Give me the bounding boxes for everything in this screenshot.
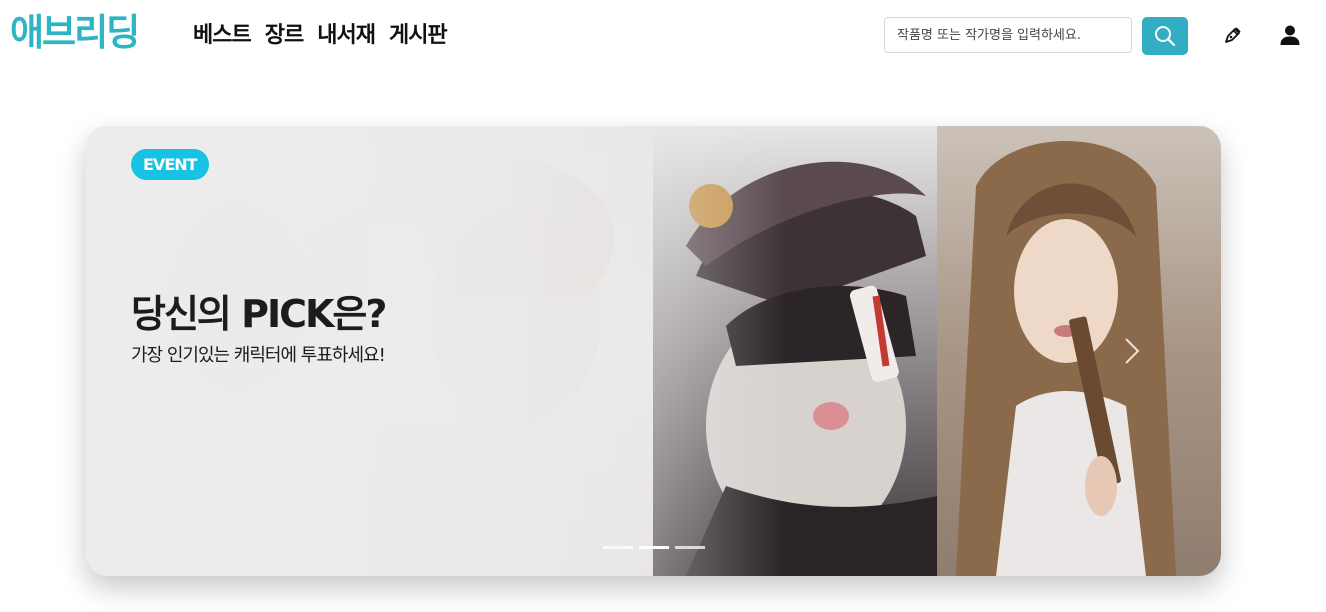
slide-indicator-2[interactable] [639, 546, 669, 549]
main-nav: 베스트 장르 내서재 게시판 [193, 20, 448, 52]
slide-indicator-1[interactable] [603, 546, 633, 549]
search-input[interactable] [884, 17, 1132, 53]
banner-subtitle: 가장 인기있는 캐릭터에 투표하세요! [131, 345, 386, 366]
write-button[interactable] [1220, 22, 1246, 48]
user-icon [1280, 25, 1300, 45]
nav-item-my-library[interactable]: 내서재 [317, 20, 376, 52]
banner-title: 당신의 PICK은? [131, 292, 387, 336]
slide-indicator-3[interactable] [675, 546, 705, 549]
nav-item-board[interactable]: 게시판 [389, 20, 448, 52]
logo[interactable]: 애브리딩 [10, 8, 140, 58]
header: 애브리딩 베스트 장르 내서재 게시판 [0, 0, 1326, 72]
event-badge: EVENT [131, 149, 209, 180]
nav-item-genre[interactable]: 장르 [265, 20, 304, 52]
chevron-right-icon[interactable] [1122, 336, 1142, 366]
search-icon [1155, 26, 1176, 47]
nav-item-best[interactable]: 베스트 [193, 20, 252, 52]
user-button[interactable] [1277, 22, 1303, 48]
search-button[interactable] [1142, 17, 1188, 55]
slide-indicators [603, 546, 705, 549]
event-banner[interactable]: EVENT 당신의 PICK은? 가장 인기있는 캐릭터에 투표하세요! [86, 126, 1221, 576]
pen-icon [1225, 27, 1241, 43]
